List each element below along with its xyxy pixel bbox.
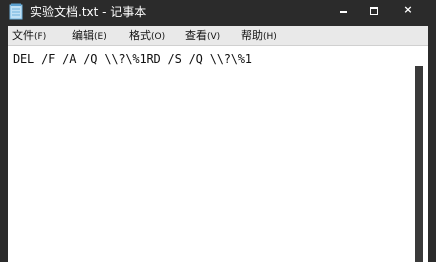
menu-bar: 文件(F) 编辑(E) 格式(O) 查看(V) 帮助(H) xyxy=(8,26,428,46)
notepad-icon xyxy=(9,3,23,20)
close-button[interactable]: × xyxy=(393,0,423,22)
menu-view-label: 查看 xyxy=(185,29,207,42)
minimize-button[interactable] xyxy=(328,0,358,22)
menu-edit[interactable]: 编辑(E) xyxy=(72,28,107,44)
menu-format-label: 格式 xyxy=(129,29,151,42)
menu-file-accel: (F) xyxy=(34,32,47,42)
menu-edit-accel: (E) xyxy=(94,32,107,42)
menu-view[interactable]: 查看(V) xyxy=(185,28,220,44)
notepad-window: 实验文档.txt - 记事本 × 文件(F) 编辑(E) 格式(O) 查看(V)… xyxy=(0,0,436,262)
menu-help[interactable]: 帮助(H) xyxy=(241,28,277,44)
text-editor[interactable]: DEL /F /A /Q \\?\%1RD /S /Q \\?\%1 xyxy=(8,46,428,262)
minimize-icon xyxy=(340,11,347,13)
editor-content[interactable]: DEL /F /A /Q \\?\%1RD /S /Q \\?\%1 xyxy=(13,51,252,67)
maximize-button[interactable] xyxy=(359,0,389,22)
menu-file[interactable]: 文件(F) xyxy=(12,28,46,44)
menu-view-accel: (V) xyxy=(207,32,221,42)
window-title: 实验文档.txt - 记事本 xyxy=(30,5,147,19)
menu-edit-label: 编辑 xyxy=(72,29,94,42)
menu-help-label: 帮助 xyxy=(241,29,263,42)
menu-file-label: 文件 xyxy=(12,29,34,42)
menu-format-accel: (O) xyxy=(151,32,166,42)
menu-help-accel: (H) xyxy=(263,32,277,42)
close-icon: × xyxy=(403,3,413,16)
vertical-scrollbar[interactable] xyxy=(415,66,423,262)
title-bar[interactable]: 实验文档.txt - 记事本 × xyxy=(0,0,436,24)
menu-format[interactable]: 格式(O) xyxy=(129,28,165,44)
maximize-icon xyxy=(370,7,378,15)
